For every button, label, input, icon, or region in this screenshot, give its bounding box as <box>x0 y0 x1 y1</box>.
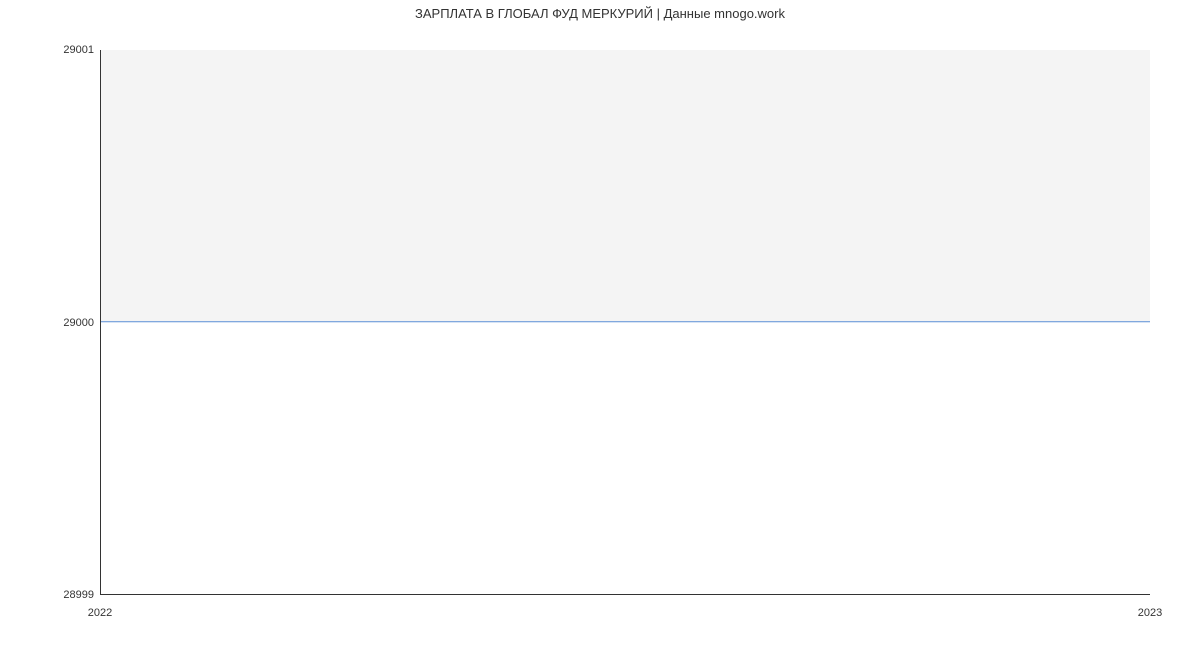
data-line-series <box>101 321 1150 322</box>
y-axis-tick-label: 29000 <box>63 317 94 329</box>
y-axis-tick-label: 29001 <box>63 44 94 56</box>
x-axis-tick-label: 2022 <box>88 607 112 619</box>
y-axis-tick-label: 28999 <box>63 589 94 601</box>
plot-background-lower <box>101 322 1150 594</box>
plot-area <box>100 50 1150 595</box>
chart-title: ЗАРПЛАТА В ГЛОБАЛ ФУД МЕРКУРИЙ | Данные … <box>0 6 1200 21</box>
chart-container: ЗАРПЛАТА В ГЛОБАЛ ФУД МЕРКУРИЙ | Данные … <box>0 0 1200 650</box>
x-axis-tick-label: 2023 <box>1138 607 1162 619</box>
